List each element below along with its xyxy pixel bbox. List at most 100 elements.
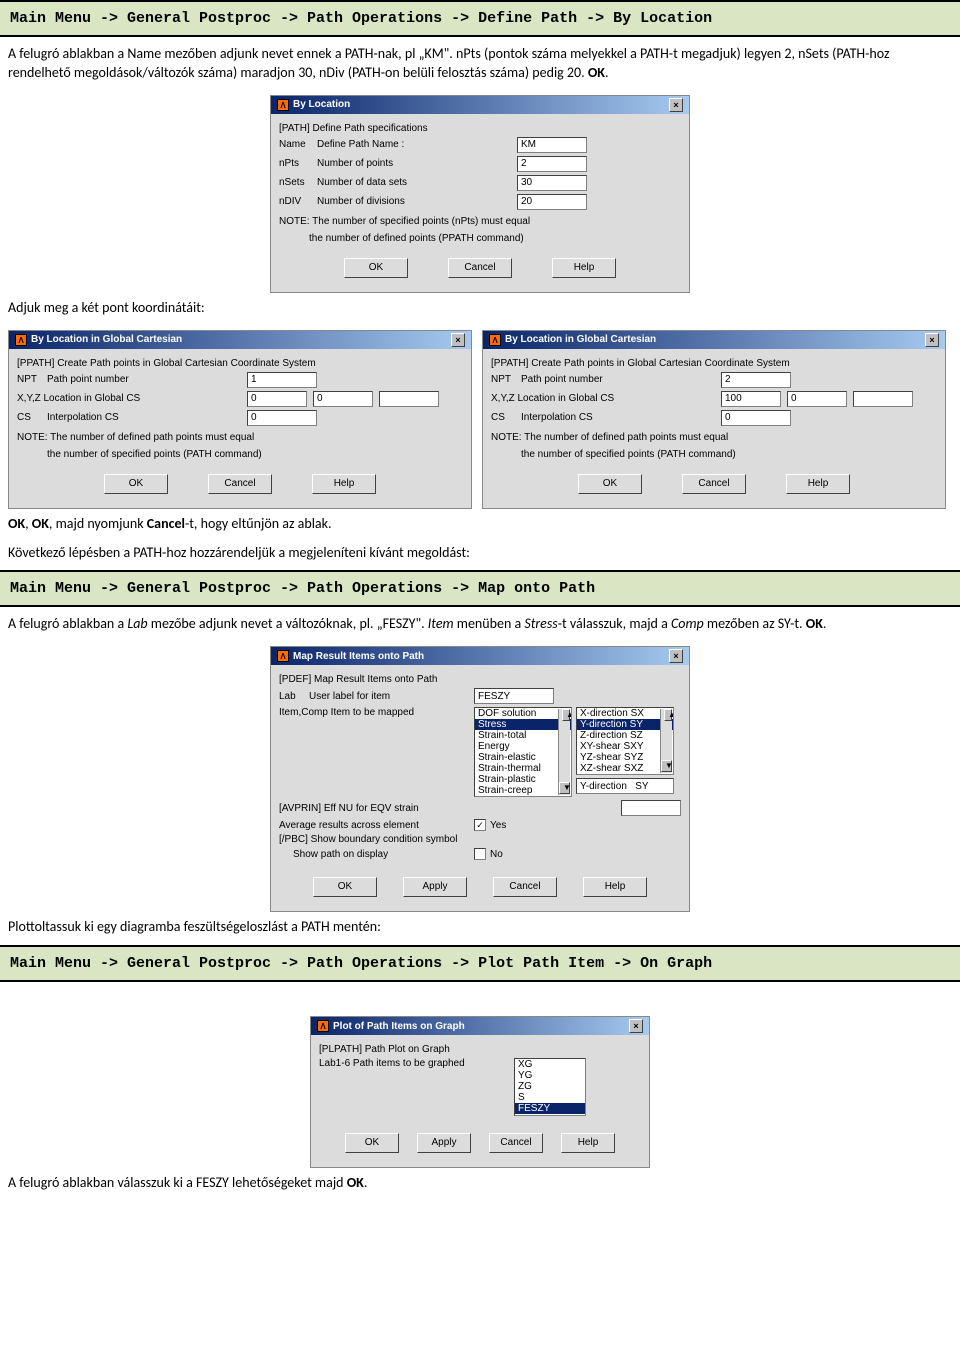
item-listbox[interactable]: DOF solutionStressStrain-totalEnergyStra…	[474, 707, 572, 797]
list-item[interactable]: Strain-plastic	[475, 774, 571, 785]
path-items-listbox[interactable]: XGYGZGSFESZY	[514, 1058, 586, 1116]
dialog-titlebar: ΛMap Result Items onto Path×	[271, 647, 689, 665]
dialog-ppath-left: ΛBy Location in Global Cartesian× [PPATH…	[8, 330, 472, 509]
comp-listbox[interactable]: X-direction SXY-direction SYZ-direction …	[576, 707, 674, 775]
z-input[interactable]	[379, 391, 439, 407]
help-button[interactable]: Help	[786, 474, 850, 494]
help-button[interactable]: Help	[552, 258, 616, 278]
cancel-button[interactable]: Cancel	[493, 877, 557, 897]
path-name-input[interactable]	[517, 137, 587, 153]
ok-button[interactable]: OK	[313, 877, 377, 897]
close-icon[interactable]: ×	[629, 1019, 643, 1033]
nsets-input[interactable]	[517, 175, 587, 191]
list-item[interactable]: Z-direction SZ	[577, 730, 673, 741]
no-checkbox[interactable]	[474, 848, 486, 860]
scroll-down-icon[interactable]: ▼	[661, 760, 672, 772]
label-nsets-code: nSets	[279, 177, 317, 188]
list-item[interactable]: XY-shear SXY	[577, 741, 673, 752]
ok-button[interactable]: OK	[578, 474, 642, 494]
scroll-down-icon[interactable]: ▼	[559, 782, 570, 794]
list-item[interactable]: YZ-shear SYZ	[577, 752, 673, 763]
help-button[interactable]: Help	[583, 877, 647, 897]
selected-comp-input[interactable]	[576, 778, 674, 794]
list-item[interactable]: S	[515, 1092, 585, 1103]
ok-bold: OK	[8, 515, 25, 532]
label-xyz: X,Y,Z Location in Global CS	[491, 393, 721, 404]
x-input[interactable]	[721, 391, 781, 407]
yes-checkbox[interactable]: ✓	[474, 819, 486, 831]
scroll-up-icon[interactable]: ▲	[664, 709, 672, 721]
list-item[interactable]: Strain-thermal	[475, 763, 571, 774]
label-name-code: Name	[279, 139, 317, 150]
ok-button[interactable]: OK	[104, 474, 168, 494]
list-item[interactable]: YG	[515, 1070, 585, 1081]
help-button[interactable]: Help	[312, 474, 376, 494]
label-lab16: Lab1-6 Path items to be graphed	[319, 1058, 514, 1069]
close-icon[interactable]: ×	[669, 649, 683, 663]
menu-path-3: Main Menu -> General Postproc -> Path Op…	[0, 945, 960, 982]
label-ndiv-code: nDIV	[279, 196, 317, 207]
npt-input[interactable]	[247, 372, 317, 388]
list-item[interactable]: Strain-elastic	[475, 752, 571, 763]
text: menüben a	[454, 615, 525, 632]
x-input[interactable]	[247, 391, 307, 407]
cancel-bold: Cancel	[147, 515, 185, 532]
ok-button[interactable]: OK	[345, 1133, 399, 1153]
comp-italic: Comp	[671, 615, 704, 632]
cancel-button[interactable]: Cancel	[208, 474, 272, 494]
list-item[interactable]: X-direction SX	[577, 708, 673, 719]
y-input[interactable]	[313, 391, 373, 407]
ndiv-input[interactable]	[517, 194, 587, 210]
close-icon[interactable]: ×	[925, 333, 939, 347]
cancel-button[interactable]: Cancel	[682, 474, 746, 494]
z-input[interactable]	[853, 391, 913, 407]
cancel-button[interactable]: Cancel	[448, 258, 512, 278]
cancel-button[interactable]: Cancel	[489, 1133, 543, 1153]
plpath-header: [PLPATH] Path Plot on Graph	[319, 1044, 450, 1055]
list-item[interactable]: Energy	[475, 741, 571, 752]
apply-button[interactable]: Apply	[403, 877, 467, 897]
dialog-titlebar: ΛBy Location in Global Cartesian×	[483, 331, 945, 349]
label-cs: Interpolation CS	[47, 412, 247, 423]
note-line-1: NOTE: The number of specified points (nP…	[279, 216, 681, 227]
dialog-titlebar: ΛBy Location in Global Cartesian×	[9, 331, 471, 349]
lab-input[interactable]	[474, 688, 554, 704]
npt-input[interactable]	[721, 372, 791, 388]
list-item[interactable]: Strain-total	[475, 730, 571, 741]
label-nsets: Number of data sets	[317, 177, 517, 188]
label-lab: User label for item	[309, 691, 474, 702]
text: -t válasszuk, majd a	[558, 615, 671, 632]
dialog-title: By Location in Global Cartesian	[31, 334, 182, 345]
cs-input[interactable]	[247, 410, 317, 426]
help-button[interactable]: Help	[561, 1133, 615, 1153]
dialog-title: By Location in Global Cartesian	[505, 334, 656, 345]
list-item[interactable]: DOF solution	[475, 708, 571, 719]
avprin-input[interactable]	[621, 800, 681, 816]
npts-input[interactable]	[517, 156, 587, 172]
note-line-1: NOTE: The number of defined path points …	[491, 432, 937, 443]
list-item[interactable]: FESZY	[515, 1103, 585, 1114]
dialog-title: Plot of Path Items on Graph	[333, 1021, 465, 1032]
ok-bold-2: OK	[32, 515, 49, 532]
scroll-up-icon[interactable]: ▲	[562, 709, 570, 721]
list-item[interactable]: Y-direction SY	[577, 719, 673, 730]
close-icon[interactable]: ×	[669, 98, 683, 112]
list-item[interactable]: Strain-creep	[475, 785, 571, 796]
label-name: Define Path Name :	[317, 139, 517, 150]
list-item[interactable]: XZ-shear SXZ	[577, 763, 673, 774]
list-item[interactable]: ZG	[515, 1081, 585, 1092]
y-input[interactable]	[787, 391, 847, 407]
label-cs: Interpolation CS	[521, 412, 721, 423]
label-pbc: [/PBC] Show boundary condition symbol	[279, 834, 457, 845]
ok-button[interactable]: OK	[344, 258, 408, 278]
apply-button[interactable]: Apply	[417, 1133, 471, 1153]
list-item[interactable]: XG	[515, 1059, 585, 1070]
ok-bold: OK	[347, 1174, 364, 1191]
list-item[interactable]: Stress	[475, 719, 571, 730]
dialog-plot-path: ΛPlot of Path Items on Graph× [PLPATH] P…	[310, 1016, 650, 1168]
text: A felugró ablakban a Name mezőben adjunk…	[8, 45, 890, 81]
dialog-by-location: ΛBy Location× [PATH] Define Path specifi…	[270, 95, 690, 293]
note-line-2: the number of specified points (PATH com…	[491, 449, 937, 460]
cs-input[interactable]	[721, 410, 791, 426]
close-icon[interactable]: ×	[451, 333, 465, 347]
